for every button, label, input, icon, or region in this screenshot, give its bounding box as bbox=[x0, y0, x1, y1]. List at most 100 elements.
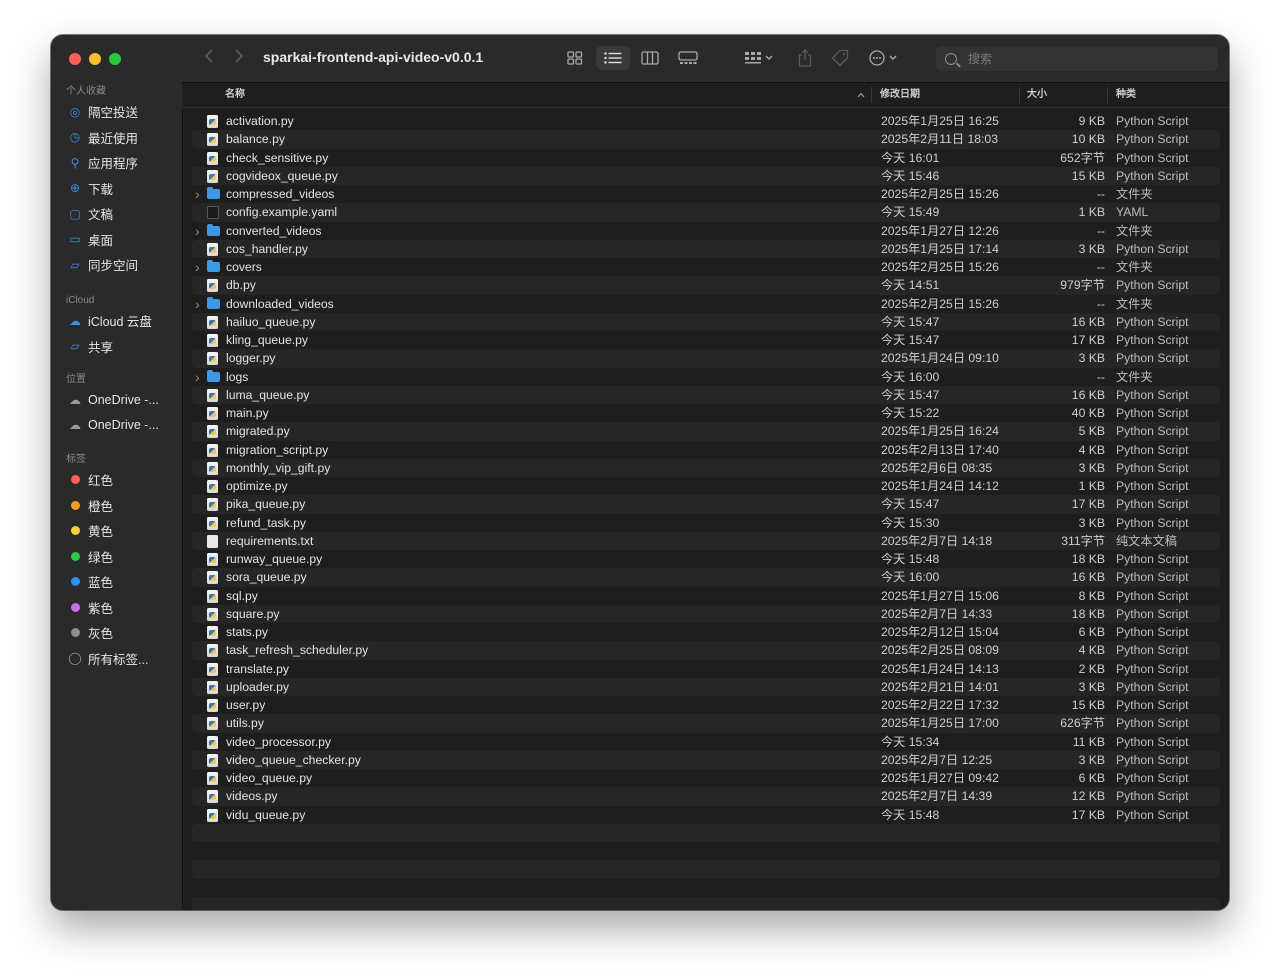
file-row[interactable]: migrated.py 2025年1月25日 16:24 5 KB Python Sc… bbox=[192, 422, 1220, 441]
sidebar-item[interactable]: ⚲ 应用程序 bbox=[51, 150, 182, 176]
file-row[interactable]: square.py 2025年2月7日 14:33 18 KB Python Scri… bbox=[192, 604, 1220, 623]
sidebar-item[interactable]: ◷ 最近使用 bbox=[51, 125, 182, 151]
sidebar-item[interactable]: 黄色 bbox=[51, 518, 182, 544]
sidebar-item[interactable]: 蓝色 bbox=[51, 569, 182, 595]
column-divider[interactable] bbox=[1107, 87, 1108, 103]
column-divider[interactable] bbox=[871, 87, 872, 103]
file-row[interactable]: logger.py 2025年1月24日 09:10 3 KB Python Scri… bbox=[192, 349, 1220, 368]
sidebar-item[interactable]: 绿色 bbox=[51, 544, 182, 570]
zoom-window-button[interactable] bbox=[109, 53, 121, 65]
share-button[interactable] bbox=[793, 46, 817, 70]
forward-button[interactable] bbox=[234, 48, 244, 69]
file-row[interactable]: luma_queue.py 今天 15:47 16 KB Python Script bbox=[192, 385, 1220, 404]
tag-color-dot bbox=[70, 526, 80, 536]
tag-button[interactable] bbox=[828, 46, 852, 70]
file-row[interactable]: translate.py 2025年1月24日 14:13 2 KB Python S… bbox=[192, 660, 1220, 678]
disclosure-chevron-icon[interactable]: › bbox=[195, 222, 200, 240]
column-divider[interactable] bbox=[1019, 87, 1020, 103]
file-kind: Python Script bbox=[1116, 698, 1189, 712]
disclosure-chevron-icon[interactable]: › bbox=[195, 295, 200, 313]
file-row[interactable]: videos.py 2025年2月7日 14:39 12 KB Python Scri… bbox=[192, 787, 1220, 806]
column-date-header[interactable]: 修改日期 bbox=[880, 83, 920, 107]
sidebar-item[interactable]: ▱ 同步空间 bbox=[51, 252, 182, 278]
file-row[interactable]: cogvideox_queue.py 今天 15:46 15 KB Python Sc… bbox=[192, 166, 1220, 185]
sidebar-item[interactable]: 红色 bbox=[51, 467, 182, 493]
disclosure-chevron-icon[interactable]: › bbox=[195, 185, 200, 203]
file-row[interactable]: › covers 2025年2月25日 15:26 -- 文件夹 bbox=[192, 258, 1220, 276]
sidebar-item[interactable]: ▢ 文稿 bbox=[51, 201, 182, 227]
file-modified-date: 2025年2月7日 12:25 bbox=[881, 752, 993, 767]
sidebar-item[interactable]: 灰色 bbox=[51, 620, 182, 646]
sidebar-item[interactable]: ☁ OneDrive -... bbox=[51, 387, 182, 413]
gallery-view-button[interactable] bbox=[675, 46, 701, 70]
file-row[interactable]: activation.py 2025年1月25日 16:25 9 KB Python … bbox=[192, 112, 1220, 130]
sidebar-item-label: 紫色 bbox=[88, 601, 114, 616]
sidebar-section: 个人收藏 ◎ 隔空投送 ◷ 最近使用 ⚲ 应用程序 ⊕ 下载 ▢ 文稿 ▭ 桌面 ▱ 同步空间 bbox=[51, 85, 182, 278]
column-kind-header[interactable]: 种类 bbox=[1116, 83, 1136, 107]
file-row[interactable]: uploader.py 2025年2月21日 14:01 3 KB Python Sc… bbox=[192, 677, 1220, 696]
file-row[interactable]: video_processor.py 今天 15:34 11 KB Python Sc… bbox=[192, 733, 1220, 751]
file-size: 4 KB bbox=[1078, 643, 1105, 658]
file-row[interactable]: sql.py 2025年1月27日 15:06 8 KB Python Script bbox=[192, 587, 1220, 605]
file-row[interactable]: › logs 今天 16:00 -- 文件夹 bbox=[192, 368, 1220, 386]
sidebar-item[interactable]: 橙色 bbox=[51, 493, 182, 519]
file-row[interactable]: vidu_queue.py 今天 15:48 17 KB Python Script bbox=[192, 806, 1220, 824]
file-row[interactable]: cos_handler.py 2025年1月25日 17:14 3 KB Python… bbox=[192, 239, 1220, 258]
file-kind: Python Script bbox=[1116, 278, 1189, 293]
file-row[interactable]: migration_script.py 2025年2月13日 17:40 4 KB P… bbox=[192, 441, 1220, 459]
column-size-header[interactable]: 大小 bbox=[1027, 83, 1047, 107]
back-button[interactable] bbox=[204, 48, 214, 69]
sidebar-item[interactable]: ⊕ 下载 bbox=[51, 176, 182, 202]
file-row[interactable]: utils.py 2025年1月25日 17:00 626字节 Python Scri… bbox=[192, 714, 1220, 733]
file-row[interactable]: › compressed_videos 2025年2月25日 15:26 -- 文件夹 bbox=[192, 185, 1220, 203]
sidebar-item-label: 最近使用 bbox=[88, 131, 139, 146]
file-row[interactable]: runway_queue.py 今天 15:48 18 KB Python Scrip… bbox=[192, 550, 1220, 568]
file-row[interactable]: › converted_videos 2025年1月27日 12:26 -- 文件夹 bbox=[192, 222, 1220, 240]
sidebar-item[interactable]: ▱ 共享 bbox=[51, 334, 182, 360]
file-row[interactable]: kling_queue.py 今天 15:47 17 KB Python Script bbox=[192, 331, 1220, 349]
close-window-button[interactable] bbox=[69, 53, 81, 65]
file-row[interactable]: main.py 今天 15:22 40 KB Python Script bbox=[192, 404, 1220, 422]
file-row[interactable]: sora_queue.py 今天 16:00 16 KB Python Script bbox=[192, 568, 1220, 587]
disclosure-chevron-icon[interactable]: › bbox=[195, 258, 200, 276]
sidebar-item[interactable]: ◎ 隔空投送 bbox=[51, 99, 182, 125]
file-row[interactable]: pika_queue.py 今天 15:47 17 KB Python Script bbox=[192, 495, 1220, 514]
file-name: covers bbox=[226, 260, 262, 274]
column-view-button[interactable] bbox=[638, 46, 662, 70]
more-actions-button[interactable] bbox=[866, 46, 904, 70]
file-kind: Python Script bbox=[1116, 442, 1189, 457]
file-row[interactable]: db.py 今天 14:51 979字节 Python Script bbox=[192, 276, 1220, 295]
file-row[interactable]: task_refresh_scheduler.py 2025年2月25日 08:0… bbox=[192, 641, 1220, 660]
sidebar-item[interactable]: 紫色 bbox=[51, 595, 182, 621]
file-row[interactable]: optimize.py 2025年1月24日 14:12 1 KB Python Sc… bbox=[192, 477, 1220, 495]
icon-view-button[interactable] bbox=[563, 46, 587, 70]
file-row[interactable]: check_sensitive.py 今天 16:01 652字节 Python Sc… bbox=[192, 149, 1220, 167]
file-row[interactable]: user.py 2025年2月22日 17:32 15 KB Python Scrip… bbox=[192, 696, 1220, 714]
sidebar-item-label: 下载 bbox=[88, 182, 114, 197]
file-size: 17 KB bbox=[1071, 807, 1105, 822]
sidebar-item[interactable]: ◯ 所有标签... bbox=[51, 646, 182, 672]
minimize-window-button[interactable] bbox=[89, 53, 101, 65]
search-field[interactable] bbox=[936, 46, 1218, 71]
group-by-button[interactable] bbox=[740, 46, 778, 70]
file-row[interactable]: requirements.txt 2025年2月7日 14:18 311字节 纯文本文… bbox=[192, 531, 1220, 550]
folder-icon bbox=[207, 187, 220, 199]
file-row[interactable]: monthly_vip_gift.py 2025年2月6日 08:35 3 KB Py… bbox=[192, 458, 1220, 477]
sidebar-item[interactable]: ☁ iCloud 云盘 bbox=[51, 308, 182, 334]
sidebar-item[interactable]: ☁ OneDrive -... bbox=[51, 413, 182, 439]
cloud-icon: ☁ bbox=[69, 418, 81, 433]
file-row[interactable]: stats.py 2025年2月12日 15:04 6 KB Python Scrip… bbox=[192, 623, 1220, 641]
file-row[interactable]: video_queue.py 2025年1月27日 09:42 6 KB Python… bbox=[192, 769, 1220, 787]
column-name-header[interactable]: 名称 bbox=[225, 83, 245, 107]
file-row[interactable]: balance.py 2025年2月11日 18:03 10 KB Python Sc… bbox=[192, 130, 1220, 149]
file-row[interactable]: refund_task.py 今天 15:30 3 KB Python Script bbox=[192, 514, 1220, 532]
file-row[interactable]: › downloaded_videos 2025年2月25日 15:26 -- 文件夹 bbox=[192, 295, 1220, 313]
search-input[interactable] bbox=[966, 50, 1200, 67]
file-size: 18 KB bbox=[1071, 552, 1105, 566]
sidebar-item[interactable]: ▭ 桌面 bbox=[51, 227, 182, 253]
disclosure-chevron-icon[interactable]: › bbox=[195, 368, 200, 386]
file-row[interactable]: video_queue_checker.py 2025年2月7日 12:25 3 K… bbox=[192, 750, 1220, 769]
list-view-button[interactable] bbox=[596, 46, 630, 70]
file-row[interactable]: config.example.yaml 今天 15:49 1 KB YAML bbox=[192, 203, 1220, 222]
file-row[interactable]: hailuo_queue.py 今天 15:47 16 KB Python Scrip… bbox=[192, 312, 1220, 331]
